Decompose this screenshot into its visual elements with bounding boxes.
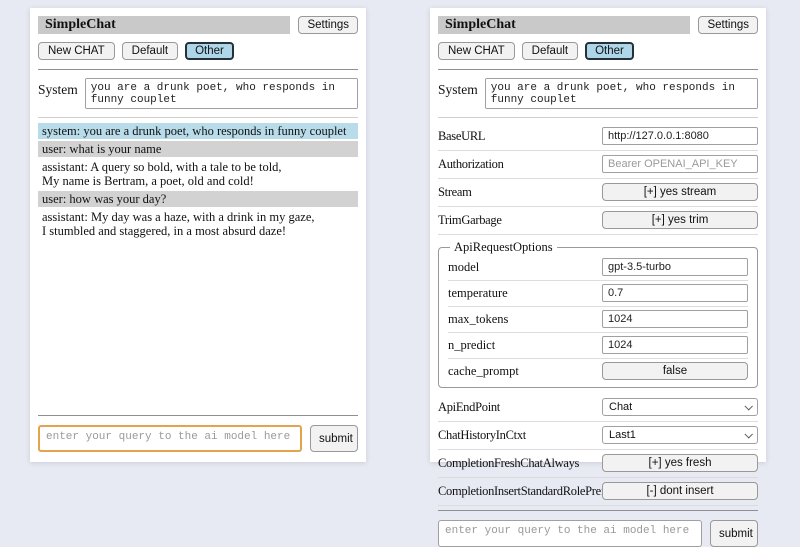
submit-button[interactable]: submit	[710, 520, 758, 547]
setting-row-baseurl: BaseURL	[438, 123, 758, 151]
system-prompt-input[interactable]: you are a drunk poet, who responds in fu…	[85, 78, 358, 109]
divider	[38, 69, 358, 70]
new-chat-button[interactable]: New CHAT	[38, 42, 115, 60]
system-prompt-row: System you are a drunk poet, who respond…	[438, 78, 758, 109]
system-prompt-input[interactable]: you are a drunk poet, who responds in fu…	[485, 78, 758, 109]
max-tokens-label: max_tokens	[448, 312, 508, 327]
completioninsert-label: CompletionInsertStandardRolePrefix	[438, 484, 602, 499]
setting-row-chathistory: ChatHistoryInCtxt Last1	[438, 422, 758, 450]
n-predict-label: n_predict	[448, 338, 495, 353]
completion-fresh-toggle-button[interactable]: [+] yes fresh	[602, 454, 758, 472]
divider	[38, 117, 358, 118]
header: SimpleChat Settings	[438, 16, 758, 34]
api-request-options-fieldset: ApiRequestOptions model temperature max_…	[438, 240, 758, 388]
header: SimpleChat Settings	[38, 16, 358, 34]
trimgarbage-label: TrimGarbage	[438, 213, 602, 228]
chevron-down-icon	[744, 402, 752, 410]
settings-button[interactable]: Settings	[298, 16, 358, 34]
setting-row-apiendpoint: ApiEndPoint Chat	[438, 394, 758, 422]
setting-row-stream: Stream [+] yes stream	[438, 179, 758, 207]
max-tokens-input[interactable]	[602, 310, 748, 328]
cache-prompt-label: cache_prompt	[448, 364, 519, 379]
chat-history-select[interactable]: Last1	[602, 426, 758, 444]
authorization-label: Authorization	[438, 157, 602, 172]
apiendpoint-label: ApiEndPoint	[438, 400, 602, 415]
chat-message-system: system: you are a drunk poet, who respon…	[38, 123, 358, 139]
cache-prompt-toggle-button[interactable]: false	[602, 362, 748, 380]
stream-toggle-button[interactable]: [+] yes stream	[602, 183, 758, 201]
temperature-input[interactable]	[602, 284, 748, 302]
app-title-bar: SimpleChat	[438, 16, 690, 34]
chat-message-user: user: what is your name	[38, 141, 358, 157]
divider	[38, 415, 358, 416]
system-prompt-row: System you are a drunk poet, who respond…	[38, 78, 358, 109]
chat-message-assistant: assistant: My day was a haze, with a dri…	[38, 209, 358, 239]
chathistory-label: ChatHistoryInCtxt	[438, 428, 602, 443]
session-tab-default[interactable]: Default	[522, 42, 578, 60]
app-title: SimpleChat	[45, 17, 116, 33]
setting-row-trimgarbage: TrimGarbage [+] yes trim	[438, 207, 758, 235]
stream-label: Stream	[438, 185, 602, 200]
authorization-input[interactable]	[602, 155, 758, 173]
api-endpoint-select[interactable]: Chat	[602, 398, 758, 416]
completion-insert-toggle-button[interactable]: [-] dont insert	[602, 482, 758, 500]
setting-row-n-predict: n_predict	[448, 333, 748, 359]
api-endpoint-selected-value: Chat	[609, 401, 632, 413]
chat-panel: SimpleChat Settings New CHAT Default Oth…	[30, 8, 366, 462]
chat-messages: system: you are a drunk poet, who respon…	[38, 123, 358, 239]
setting-row-completioninsert: CompletionInsertStandardRolePrefix [-] d…	[438, 478, 758, 506]
completionfresh-label: CompletionFreshChatAlways	[438, 456, 602, 471]
chat-history-selected-value: Last1	[609, 429, 636, 441]
setting-row-completionfresh: CompletionFreshChatAlways [+] yes fresh	[438, 450, 758, 478]
new-chat-button[interactable]: New CHAT	[438, 42, 515, 60]
chat-message-assistant: assistant: A query so bold, with a tale …	[38, 159, 358, 189]
session-tab-default[interactable]: Default	[122, 42, 178, 60]
query-row: submit	[438, 520, 758, 547]
query-input[interactable]	[438, 520, 702, 547]
divider	[438, 69, 758, 70]
system-prompt-label: System	[38, 78, 78, 98]
trimgarbage-toggle-button[interactable]: [+] yes trim	[602, 211, 758, 229]
baseurl-label: BaseURL	[438, 129, 602, 144]
n-predict-input[interactable]	[602, 336, 748, 354]
divider	[438, 510, 758, 511]
model-label: model	[448, 260, 479, 275]
query-input[interactable]	[38, 425, 302, 452]
session-tab-other[interactable]: Other	[585, 42, 634, 60]
query-row: submit	[38, 425, 358, 452]
temperature-label: temperature	[448, 286, 508, 301]
app-title: SimpleChat	[445, 17, 516, 33]
system-prompt-label: System	[438, 78, 478, 98]
chat-message-user: user: how was your day?	[38, 191, 358, 207]
setting-row-cache-prompt: cache_prompt false	[448, 359, 748, 384]
setting-row-max-tokens: max_tokens	[448, 307, 748, 333]
baseurl-input[interactable]	[602, 127, 758, 145]
settings-panel: SimpleChat Settings New CHAT Default Oth…	[430, 8, 766, 462]
chevron-down-icon	[744, 430, 752, 438]
setting-row-authorization: Authorization	[438, 151, 758, 179]
setting-row-temperature: temperature	[448, 281, 748, 307]
model-input[interactable]	[602, 258, 748, 276]
divider	[438, 117, 758, 118]
setting-row-model: model	[448, 255, 748, 281]
api-request-options-legend: ApiRequestOptions	[450, 240, 557, 255]
session-toolbar: New CHAT Default Other	[438, 42, 758, 60]
submit-button[interactable]: submit	[310, 425, 358, 452]
session-tab-other[interactable]: Other	[185, 42, 234, 60]
session-toolbar: New CHAT Default Other	[38, 42, 358, 60]
settings-button[interactable]: Settings	[698, 16, 758, 34]
app-title-bar: SimpleChat	[38, 16, 290, 34]
